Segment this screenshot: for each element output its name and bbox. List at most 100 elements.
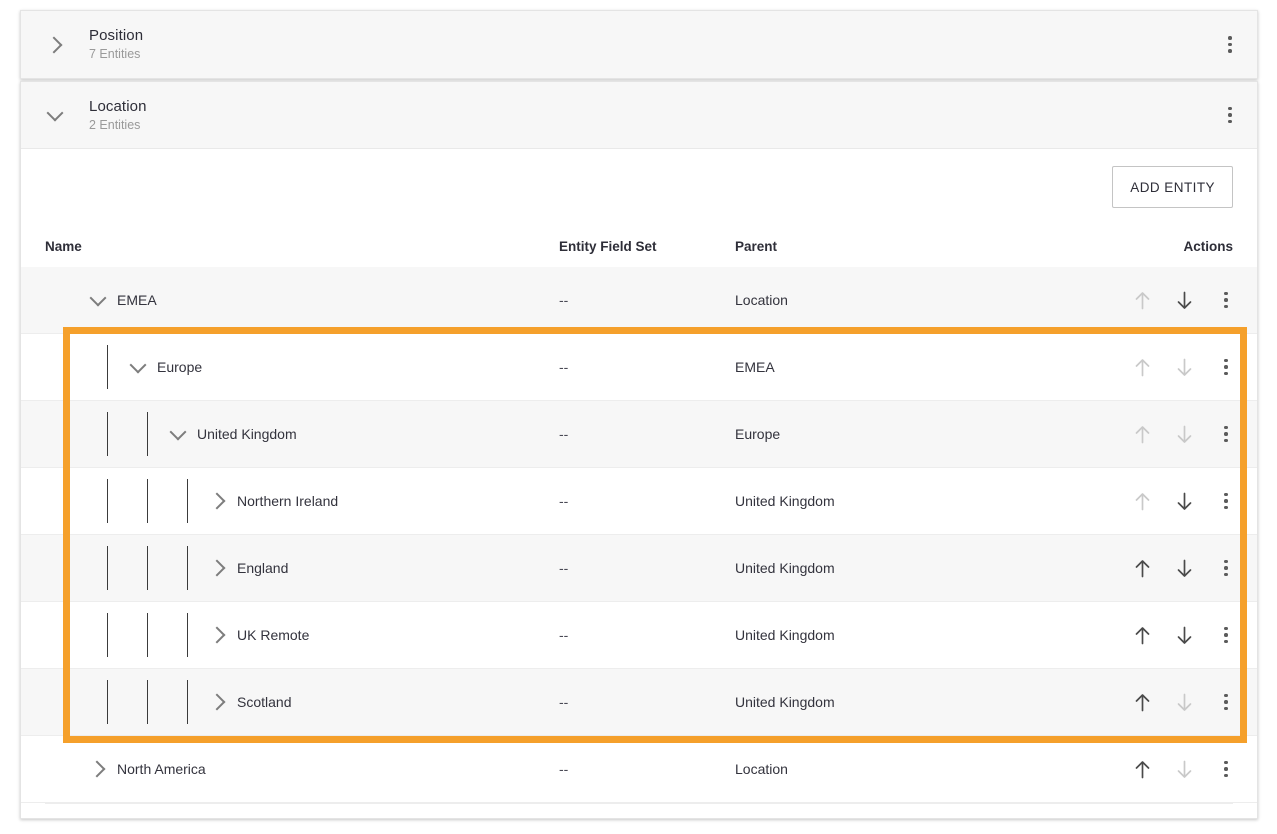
- row-actions: [1075, 468, 1257, 534]
- chevron-right-icon: [45, 36, 62, 53]
- row-actions: [1075, 535, 1257, 601]
- row-parent: United Kingdom: [735, 493, 1075, 509]
- row-expand-toggle[interactable]: [207, 557, 229, 579]
- row-kebab-menu-icon[interactable]: [1209, 685, 1243, 719]
- kebab-dot: [1228, 107, 1232, 111]
- kebab-dot: [1224, 767, 1228, 771]
- position-card-header[interactable]: Position 7 Entities: [21, 11, 1257, 78]
- chevron-right-icon: [88, 761, 105, 778]
- move-down-button[interactable]: [1167, 350, 1201, 384]
- table-bottom-padding: [21, 804, 1257, 818]
- row-kebab-menu-icon[interactable]: [1209, 283, 1243, 317]
- tree-guide-line: [147, 546, 148, 590]
- table-row[interactable]: Scotland--United Kingdom: [21, 669, 1257, 736]
- kebab-dot: [1228, 120, 1232, 124]
- row-name-label: EMEA: [117, 292, 157, 308]
- kebab-dot: [1224, 298, 1228, 302]
- row-expand-toggle[interactable]: [207, 624, 229, 646]
- row-name-cell: Europe: [21, 334, 559, 400]
- move-down-button[interactable]: [1167, 484, 1201, 518]
- table-row[interactable]: Northern Ireland--United Kingdom: [21, 468, 1257, 535]
- move-down-button[interactable]: [1167, 551, 1201, 585]
- kebab-dot: [1228, 43, 1232, 47]
- move-down-button[interactable]: [1167, 618, 1201, 652]
- table-row[interactable]: North America--Location: [21, 736, 1257, 803]
- row-parent: Location: [735, 761, 1075, 777]
- row-name-cell: United Kingdom: [21, 401, 559, 467]
- row-entity-field-set: --: [559, 292, 735, 308]
- row-entity-field-set: --: [559, 694, 735, 710]
- row-expand-toggle[interactable]: [87, 289, 109, 311]
- tree-guide-line: [187, 613, 188, 657]
- row-name-cell: Northern Ireland: [21, 468, 559, 534]
- table-row[interactable]: EMEA --Location: [21, 267, 1257, 334]
- tree-guide-line: [187, 680, 188, 724]
- move-up-button[interactable]: [1125, 685, 1159, 719]
- move-up-button[interactable]: [1125, 283, 1159, 317]
- row-parent: EMEA: [735, 359, 1075, 375]
- row-kebab-menu-icon[interactable]: [1209, 484, 1243, 518]
- row-actions: [1075, 736, 1257, 802]
- tree-guide-line: [107, 613, 108, 657]
- row-name-label: United Kingdom: [197, 426, 297, 442]
- row-expand-toggle[interactable]: [167, 423, 189, 445]
- table-row[interactable]: UK Remote--United Kingdom: [21, 602, 1257, 669]
- entity-table: Name Entity Field Set Parent Actions EME…: [21, 225, 1257, 803]
- row-actions: [1075, 267, 1257, 333]
- tree-guide-line: [107, 546, 108, 590]
- row-actions: [1075, 401, 1257, 467]
- kebab-dot: [1224, 292, 1228, 296]
- kebab-dot: [1224, 560, 1228, 564]
- move-up-button[interactable]: [1125, 417, 1159, 451]
- table-row[interactable]: England--United Kingdom: [21, 535, 1257, 602]
- kebab-dot: [1224, 439, 1228, 443]
- location-card-header[interactable]: Location 2 Entities: [21, 82, 1257, 149]
- kebab-dot: [1224, 432, 1228, 436]
- chevron-down-icon: [170, 423, 187, 440]
- row-parent: Location: [735, 292, 1075, 308]
- row-kebab-menu-icon[interactable]: [1209, 752, 1243, 786]
- kebab-dot: [1224, 493, 1228, 497]
- position-card-subtitle: 7 Entities: [89, 46, 143, 63]
- row-expand-toggle[interactable]: [127, 356, 149, 378]
- move-up-button[interactable]: [1125, 752, 1159, 786]
- position-card-kebab-menu-icon[interactable]: [1213, 28, 1247, 62]
- table-row[interactable]: Europe--EMEA: [21, 334, 1257, 401]
- kebab-dot: [1224, 633, 1228, 637]
- add-entity-button[interactable]: ADD ENTITY: [1112, 166, 1233, 208]
- location-card-title: Location: [89, 97, 147, 116]
- row-expand-toggle[interactable]: [207, 691, 229, 713]
- move-down-button[interactable]: [1167, 752, 1201, 786]
- chevron-down-icon: [90, 289, 107, 306]
- move-down-button[interactable]: [1167, 685, 1201, 719]
- row-kebab-menu-icon[interactable]: [1209, 417, 1243, 451]
- tree-guide-line: [147, 412, 148, 456]
- move-down-button[interactable]: [1167, 283, 1201, 317]
- row-name-label: Europe: [157, 359, 202, 375]
- position-accordion-toggle[interactable]: [21, 11, 89, 78]
- move-up-button[interactable]: [1125, 350, 1159, 384]
- tree-guide-line: [107, 345, 108, 389]
- row-expand-toggle[interactable]: [87, 758, 109, 780]
- kebab-dot: [1224, 566, 1228, 570]
- tree-guide-line: [147, 680, 148, 724]
- row-kebab-menu-icon[interactable]: [1209, 551, 1243, 585]
- row-kebab-menu-icon[interactable]: [1209, 618, 1243, 652]
- position-card-titles: Position 7 Entities: [89, 26, 143, 63]
- row-name-label: Northern Ireland: [237, 493, 338, 509]
- row-expand-toggle[interactable]: [207, 490, 229, 512]
- move-up-button[interactable]: [1125, 551, 1159, 585]
- table-row[interactable]: United Kingdom--Europe: [21, 401, 1257, 468]
- kebab-dot: [1224, 627, 1228, 631]
- location-accordion-toggle[interactable]: [21, 82, 89, 148]
- row-kebab-menu-icon[interactable]: [1209, 350, 1243, 384]
- move-up-button[interactable]: [1125, 618, 1159, 652]
- tree-guide-line: [107, 412, 108, 456]
- row-parent: United Kingdom: [735, 627, 1075, 643]
- kebab-dot: [1224, 640, 1228, 644]
- entity-management-page: Position 7 Entities Location 2 Entities: [0, 0, 1277, 834]
- kebab-dot: [1224, 700, 1228, 704]
- move-down-button[interactable]: [1167, 417, 1201, 451]
- move-up-button[interactable]: [1125, 484, 1159, 518]
- location-card-kebab-menu-icon[interactable]: [1213, 98, 1247, 132]
